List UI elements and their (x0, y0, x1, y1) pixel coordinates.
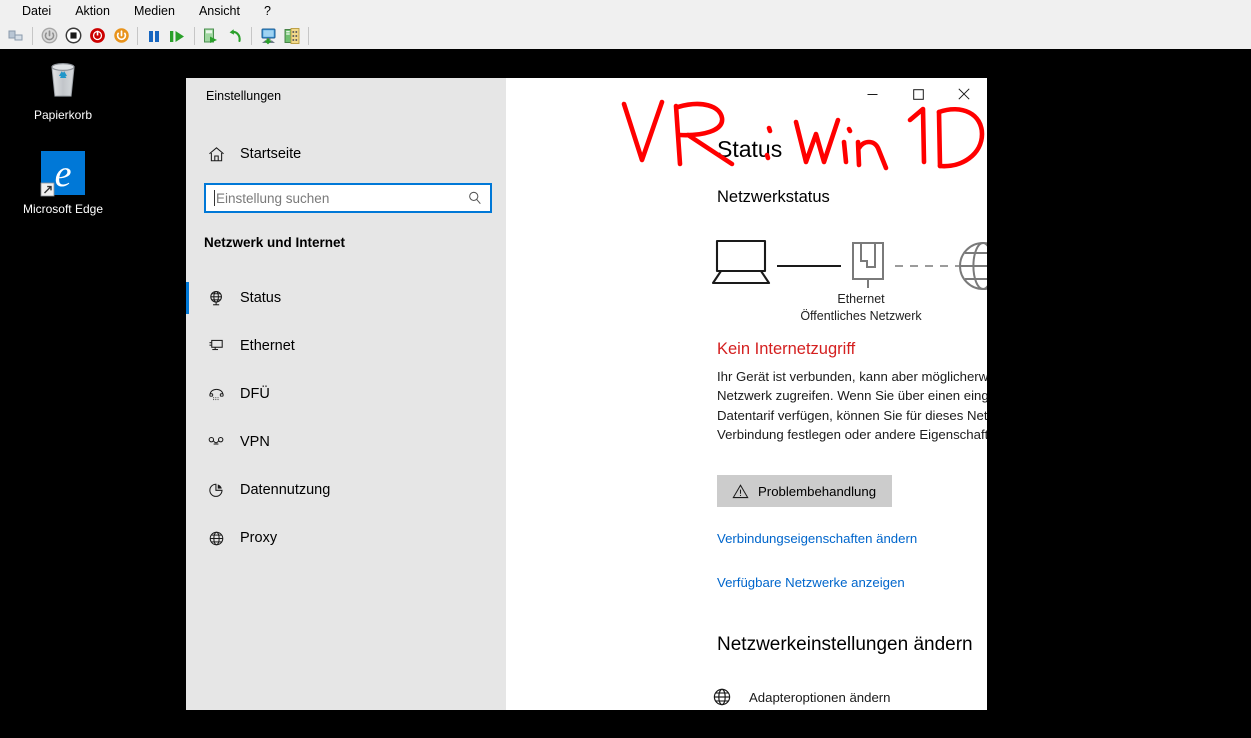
edge-icon: e (39, 149, 87, 197)
sidebar-item-label: Ethernet (240, 338, 295, 354)
sidebar-item-label: DFÜ (240, 386, 270, 402)
stop-button[interactable] (61, 24, 85, 48)
settings-main-pane: Status Netzwerkstatus Ethernet Öffentlic… (506, 78, 987, 710)
window-controls (849, 78, 987, 110)
sidebar-item-label: Proxy (240, 530, 278, 546)
sidebar-item-label: VPN (240, 434, 270, 450)
toolbar-separator (32, 26, 33, 45)
troubleshoot-button[interactable]: Problembehandlung (717, 475, 892, 507)
sidebar-item-label: Datennutzung (240, 482, 331, 498)
link-change-connection-properties[interactable]: Verbindungseigenschaften ändern (717, 531, 917, 546)
sidebar-item-ethernet[interactable]: Ethernet (186, 322, 506, 370)
reset-button[interactable] (109, 24, 133, 48)
desktop-icon-edge[interactable]: e Microsoft Edge (8, 149, 118, 216)
globe-icon (711, 686, 741, 708)
sidebar-item-dfue[interactable]: DFÜ (186, 370, 506, 418)
troubleshoot-button-label: Problembehandlung (758, 483, 877, 499)
sidebar-item-label: Status (240, 290, 282, 306)
menu-ansicht[interactable]: Ansicht (187, 1, 252, 21)
vm-settings-button[interactable] (280, 24, 304, 48)
menu-help[interactable]: ? (252, 1, 283, 21)
menu-datei[interactable]: Datei (10, 1, 63, 21)
section-heading: Netzwerkstatus (717, 188, 830, 206)
mmc-menu-bar: Datei Aktion Medien Ansicht ? (0, 0, 1251, 22)
show-hide-tree-button[interactable] (4, 24, 28, 48)
pie-chart-icon (202, 476, 230, 504)
close-button[interactable] (941, 78, 987, 110)
toolbar-separator (251, 26, 252, 45)
toolbar-separator (194, 26, 195, 45)
laptop-icon (711, 239, 771, 285)
settings-search[interactable] (204, 183, 492, 213)
toolbar-separator (137, 26, 138, 45)
warning-triangle-icon (732, 483, 749, 500)
sidebar-item-home[interactable]: Startseite (186, 136, 506, 172)
vpn-icon (202, 428, 230, 456)
diagram-adapter-label: Ethernet (837, 292, 885, 306)
status-headline: Kein Internetzugriff (717, 340, 856, 358)
subsection-heading: Netzwerkeinstellungen ändern (717, 634, 973, 655)
sidebar-nav: Status Ethernet DFÜ VPN Datennutzung Pro… (186, 274, 506, 562)
page-title: Status (717, 136, 783, 162)
adapter-options-label: Adapteroptionen ändern (749, 689, 891, 705)
sidebar-item-vpn[interactable]: VPN (186, 418, 506, 466)
search-box[interactable] (204, 183, 492, 213)
dialup-icon (202, 380, 230, 408)
link-show-available-networks[interactable]: Verfügbare Netzwerke anzeigen (717, 575, 905, 590)
minimize-button[interactable] (849, 78, 895, 110)
globe-icon (202, 524, 230, 552)
maximize-button[interactable] (895, 78, 941, 110)
home-icon (202, 140, 230, 168)
sidebar-item-proxy[interactable]: Proxy (186, 514, 506, 562)
desktop-icon-recycle-bin[interactable]: Papierkorb (8, 55, 118, 122)
menu-aktion[interactable]: Aktion (63, 1, 122, 21)
desktop-icon-label: Papierkorb (33, 108, 93, 122)
sidebar-section-title: Netzwerk und Internet (204, 235, 346, 250)
sidebar-item-status[interactable]: Status (186, 274, 506, 322)
status-body-text: Ihr Gerät ist verbunden, kann aber mögli… (717, 369, 987, 443)
svg-text:e: e (55, 153, 72, 195)
toolbar-separator (308, 26, 309, 45)
settings-app-title: Einstellungen (206, 89, 282, 103)
shutdown-button[interactable] (85, 24, 109, 48)
sidebar-item-datennutzung[interactable]: Datennutzung (186, 466, 506, 514)
power-off-button[interactable] (37, 24, 61, 48)
link-change-adapter-options[interactable]: Adapteroptionen ändern (711, 686, 891, 708)
diagram-network-label: Öffentliches Netzwerk (800, 309, 922, 323)
recycle-bin-icon (39, 55, 87, 103)
connect-button[interactable] (256, 24, 280, 48)
globe-status-icon (202, 284, 230, 312)
search-icon[interactable] (464, 187, 486, 209)
start-button[interactable] (166, 24, 190, 48)
menu-medien[interactable]: Medien (122, 1, 187, 21)
sidebar-home-label: Startseite (240, 146, 302, 162)
revert-button[interactable] (223, 24, 247, 48)
settings-window: Einstellungen Startseite Einstellung suc… (186, 78, 987, 710)
ethernet-icon (202, 332, 230, 360)
network-diagram (711, 231, 987, 321)
pause-button[interactable] (142, 24, 166, 48)
settings-sidebar: Einstellungen Startseite Einstellung suc… (186, 78, 506, 710)
mmc-toolbar (0, 22, 1251, 49)
checkpoint-button[interactable] (199, 24, 223, 48)
desktop-icon-label: Microsoft Edge (22, 202, 104, 216)
search-input[interactable] (216, 190, 464, 206)
text-caret (214, 190, 215, 206)
